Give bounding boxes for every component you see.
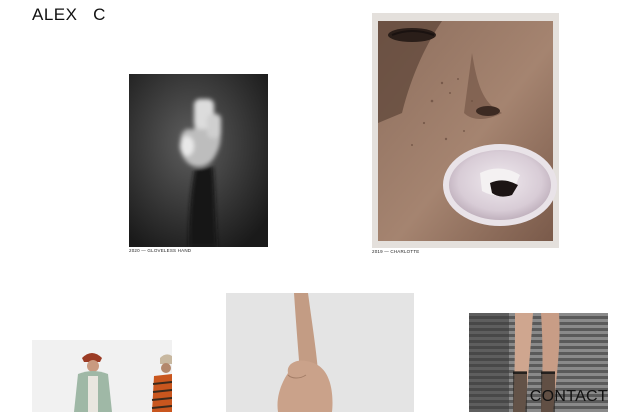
work-item-gloveless-hand[interactable]: [129, 74, 268, 247]
hand-on-grey-photo: [226, 293, 414, 412]
work-caption: 2020 — GLOVELESS HAND: [129, 248, 192, 253]
fashion-figures-photo: [32, 340, 172, 412]
contact-link[interactable]: CONTACT: [530, 388, 608, 406]
site-logo[interactable]: ALEX C: [32, 5, 106, 25]
work-item-charlotte[interactable]: [372, 13, 559, 248]
bubblegum-portrait-photo: [372, 13, 559, 248]
work-caption: 2019 — CHARLOTTE: [372, 249, 420, 254]
work-item-hand[interactable]: [226, 293, 414, 412]
gloveless-hand-photo: [129, 74, 268, 247]
work-item-fashion[interactable]: [32, 340, 172, 412]
